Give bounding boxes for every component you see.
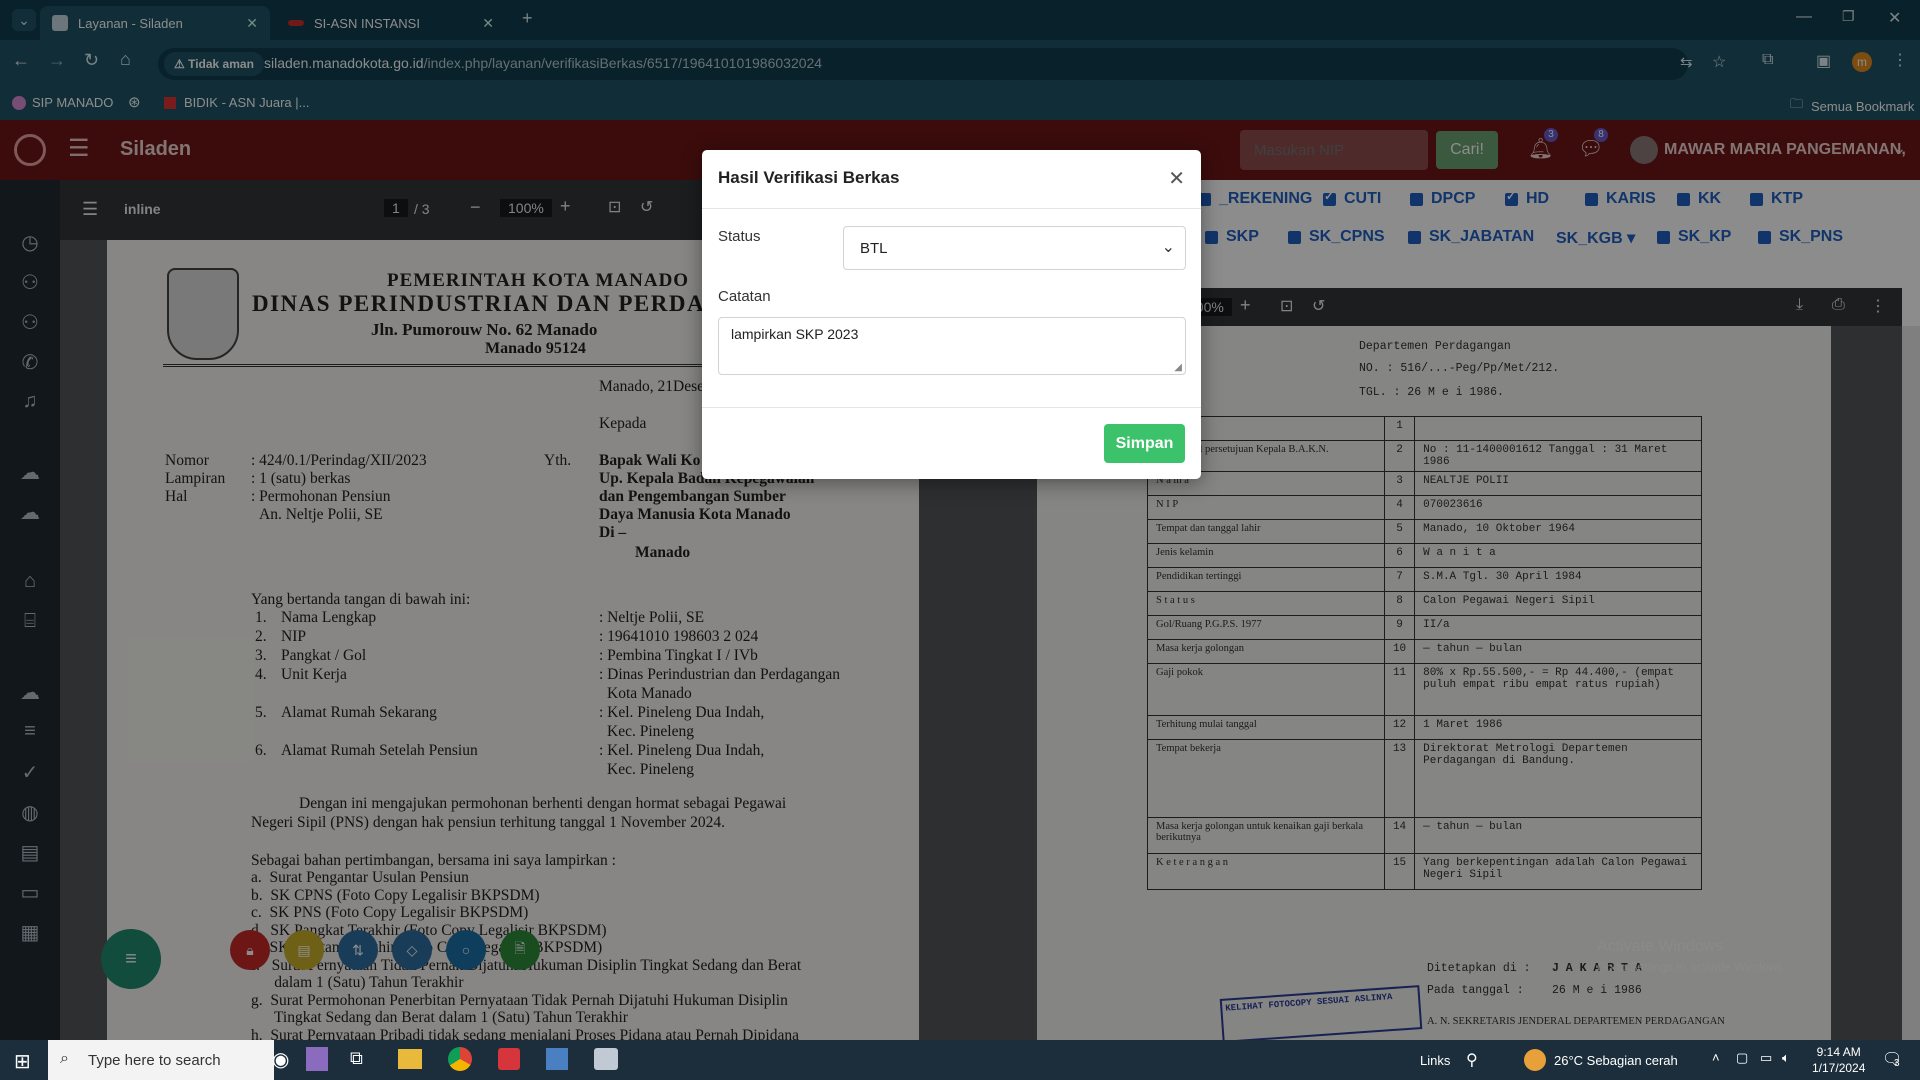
cortana-icon[interactable]: ◉ [272,1047,289,1072]
chrome-icon[interactable] [448,1047,472,1071]
links-toolbar[interactable]: Links [1420,1053,1450,1068]
close-icon[interactable]: ✕ [1168,166,1185,191]
clock[interactable]: 9:14 AM 1/17/2024 [1812,1044,1865,1076]
app-window-icon[interactable] [594,1048,618,1070]
app-red-icon[interactable] [498,1048,520,1070]
person-search-icon[interactable]: ⚲ [1466,1050,1478,1070]
status-selected-value: BTL [860,240,888,257]
status-label: Status [718,228,761,245]
volume-icon[interactable]: 🔈︎ [1782,1050,1790,1066]
catatan-textarea[interactable]: lampirkan SKP 2023 ◢ [718,317,1186,375]
taskbar-search[interactable]: ⌕ Type here to search [48,1040,274,1080]
search-icon: ⌕ [60,1050,69,1067]
modal-footer-divider [702,407,1201,408]
task-view-icon[interactable]: ⧉ [350,1048,363,1069]
status-select[interactable]: BTL ⌄ [843,226,1186,270]
resize-handle-icon[interactable]: ◢ [1174,362,1182,373]
clock-time: 9:14 AM [1816,1045,1861,1059]
windows-start-icon[interactable]: ⊞ [14,1049,31,1074]
windows-taskbar: ⊞ ⌕ Type here to search ◉ ⧉ Links ⚲ 26°C… [0,1040,1920,1080]
weather-text[interactable]: 26°C Sebagian cerah [1554,1053,1678,1068]
clock-date: 1/17/2024 [1812,1061,1866,1075]
camera-tray-icon[interactable]: ▢ [1736,1050,1748,1066]
tray-chevron-icon[interactable]: ˄ [1712,1050,1720,1065]
weather-icon[interactable] [1524,1049,1546,1071]
calculator-icon[interactable] [546,1048,568,1070]
modal-header-divider [702,208,1201,209]
verification-modal: Hasil Verifikasi Berkas ✕ Status BTL ⌄ C… [702,150,1201,479]
chevron-down-icon: ⌄ [1161,239,1175,256]
search-placeholder: Type here to search [88,1052,221,1069]
app-books-icon[interactable] [306,1047,328,1071]
file-explorer-icon[interactable] [398,1049,422,1069]
network-icon[interactable]: ▭ [1760,1050,1772,1066]
save-button[interactable]: Simpan [1104,424,1185,463]
action-center-count: 3 [1894,1058,1900,1069]
catatan-label: Catatan [718,288,771,305]
catatan-value: lampirkan SKP 2023 [731,326,859,342]
modal-title: Hasil Verifikasi Berkas [718,168,900,187]
